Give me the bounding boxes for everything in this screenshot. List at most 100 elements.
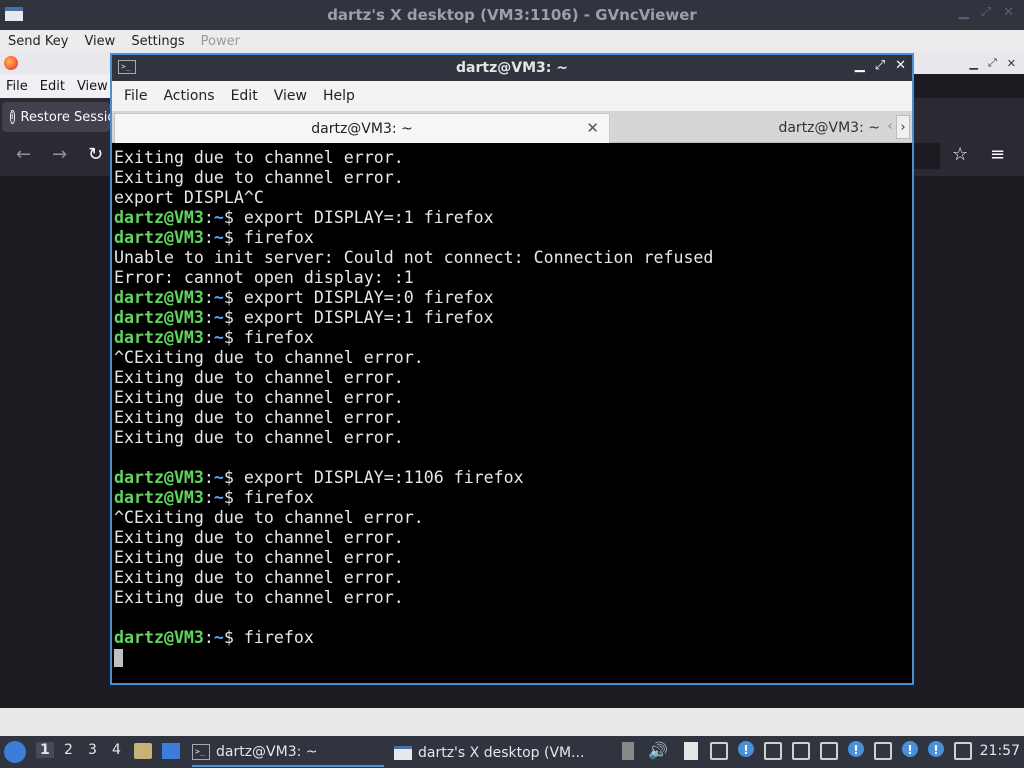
command-text: firefox [243, 488, 314, 507]
output-text: Unable to init server: Could not connect… [114, 248, 714, 267]
terminal-line: Exiting due to channel error. [114, 588, 910, 608]
output-text: Exiting due to channel error. [114, 588, 404, 607]
terminal-tab-second[interactable]: dartz@VM3: ~ [612, 113, 886, 143]
firefox-menu-edit[interactable]: Edit [34, 79, 71, 94]
notification-icon[interactable]: ! [902, 741, 918, 757]
firefox-maximize-button[interactable]: ⤢ [988, 56, 997, 70]
vnc-minimize-button[interactable]: ▁ [959, 5, 969, 20]
file-manager-icon[interactable] [134, 743, 152, 759]
command-text: export DISPLAY=:1 firefox [243, 308, 494, 327]
output-text: Exiting due to channel error. [114, 368, 404, 387]
workspace-2[interactable]: 2 [64, 742, 73, 758]
terminal-line: dartz@VM3:~$ export DISPLAY=:1 firefox [114, 208, 910, 228]
vnc-close-button[interactable]: ✕ [1003, 5, 1014, 20]
terminal-menu-edit[interactable]: Edit [223, 88, 266, 104]
terminal-window: >_ dartz@VM3: ~ ▁ ⤢ ✕ File Actions Edit … [110, 53, 914, 685]
network-icon[interactable] [874, 742, 892, 760]
tab-scroll-left-icon[interactable]: ‹ [884, 115, 896, 139]
terminal-menu-actions[interactable]: Actions [155, 88, 222, 104]
terminal-line: Exiting due to channel error. [114, 148, 910, 168]
clipboard-icon[interactable] [684, 742, 698, 760]
vnc-window-controls: ▁ ⤢ ✕ [959, 5, 1014, 20]
terminal-menubar: File Actions Edit View Help [112, 81, 912, 111]
network-icon[interactable] [792, 742, 810, 760]
notification-icon[interactable]: ! [848, 741, 864, 757]
terminal-cursor [114, 649, 123, 667]
terminal-line: dartz@VM3:~$ export DISPLAY=:1 firefox [114, 308, 910, 328]
terminal-line: dartz@VM3:~$ firefox [114, 628, 910, 648]
prompt-symbol: $ [223, 308, 244, 327]
terminal-menu-file[interactable]: File [116, 88, 155, 104]
prompt-path: ~ [213, 308, 224, 327]
output-text: ^CExiting due to channel error. [114, 348, 424, 367]
terminal-tab-active[interactable]: dartz@VM3: ~ ✕ [114, 113, 610, 143]
workspace-4[interactable]: 4 [112, 742, 121, 758]
terminal-output[interactable]: Exiting due to channel error. Exiting due… [114, 148, 910, 681]
vnc-menu-view[interactable]: View [76, 34, 123, 49]
taskbar-task-terminal[interactable]: >_ dartz@VM3: ~ [192, 739, 384, 767]
reload-icon[interactable]: ↻ [88, 144, 103, 165]
output-text: Error: cannot open display: :1 [114, 268, 414, 287]
app-menu-icon[interactable] [4, 741, 26, 763]
terminal-menu-view[interactable]: View [266, 88, 315, 104]
vnc-maximize-button[interactable]: ⤢ [981, 5, 991, 20]
prompt-path: ~ [213, 468, 224, 487]
firefox-menubar: File Edit View [0, 74, 110, 98]
show-desktop-icon[interactable] [162, 743, 180, 759]
prompt-separator: : [203, 228, 214, 247]
prompt-path: ~ [213, 628, 224, 647]
volume-icon[interactable]: 🔊 [648, 742, 668, 760]
output-text: Exiting due to channel error. [114, 428, 404, 447]
upload-icon[interactable] [622, 742, 634, 760]
command-text: firefox [243, 228, 314, 247]
terminal-line: dartz@VM3:~$ export DISPLAY=:0 firefox [114, 288, 910, 308]
output-text: Exiting due to channel error. [114, 148, 404, 167]
firefox-minimize-button[interactable]: ▁ [970, 57, 978, 70]
command-text: firefox [243, 328, 314, 347]
notification-icon[interactable]: ! [928, 741, 944, 757]
terminal-line: Exiting due to channel error. [114, 388, 910, 408]
network-icon[interactable] [710, 742, 728, 760]
back-arrow-icon[interactable]: ← [16, 144, 31, 165]
terminal-close-button[interactable]: ✕ [895, 58, 906, 73]
firefox-close-button[interactable]: ✕ [1007, 57, 1016, 70]
terminal-maximize-button[interactable]: ⤢ [875, 58, 885, 73]
network-icon[interactable] [820, 742, 838, 760]
vnc-menu-send-key[interactable]: Send Key [0, 34, 76, 49]
network-icon[interactable] [764, 742, 782, 760]
notification-icon[interactable]: ! [738, 741, 754, 757]
prompt-symbol: $ [223, 228, 244, 247]
output-text: ^CExiting due to channel error. [114, 508, 424, 527]
firefox-menu-file[interactable]: File [0, 79, 34, 94]
terminal-line: Exiting due to channel error. [114, 548, 910, 568]
command-text: firefox [243, 628, 314, 647]
terminal-line: Exiting due to channel error. [114, 408, 910, 428]
terminal-menu-help[interactable]: Help [315, 88, 363, 104]
bookmark-star-icon[interactable]: ☆ [952, 144, 968, 165]
workspace-1[interactable]: 1 [36, 742, 54, 758]
prompt-symbol: $ [223, 328, 244, 347]
prompt-path: ~ [213, 488, 224, 507]
terminal-line: dartz@VM3:~$ export DISPLAY=:1106 firefo… [114, 468, 910, 488]
tab-scroll-right-icon[interactable]: › [896, 115, 910, 139]
tab-close-icon[interactable]: ✕ [586, 119, 599, 137]
firefox-menu-view[interactable]: View [71, 79, 114, 94]
vnc-menu-settings[interactable]: Settings [123, 34, 192, 49]
output-text: Exiting due to channel error. [114, 168, 404, 187]
taskbar-task-vnc[interactable]: dartz's X desktop (VM... [394, 739, 614, 767]
terminal-line: Exiting due to channel error. [114, 168, 910, 188]
firefox-restore-session-tab[interactable]: i Restore Session [2, 102, 110, 132]
terminal-minimize-button[interactable]: ▁ [855, 58, 865, 73]
prompt-path: ~ [213, 288, 224, 307]
firefox-window-controls: ▁ ⤢ ✕ [910, 52, 1020, 74]
terminal-titlebar: >_ dartz@VM3: ~ ▁ ⤢ ✕ [112, 55, 912, 81]
forward-arrow-icon[interactable]: → [52, 144, 67, 165]
network-icon[interactable] [954, 742, 972, 760]
vnc-window-icon [394, 746, 412, 760]
prompt-symbol: $ [223, 288, 244, 307]
prompt-separator: : [203, 628, 214, 647]
terminal-line: Exiting due to channel error. [114, 428, 910, 448]
hamburger-menu-icon[interactable]: ≡ [990, 144, 1005, 165]
firefox-url-bar[interactable] [910, 143, 940, 169]
workspace-3[interactable]: 3 [88, 742, 97, 758]
